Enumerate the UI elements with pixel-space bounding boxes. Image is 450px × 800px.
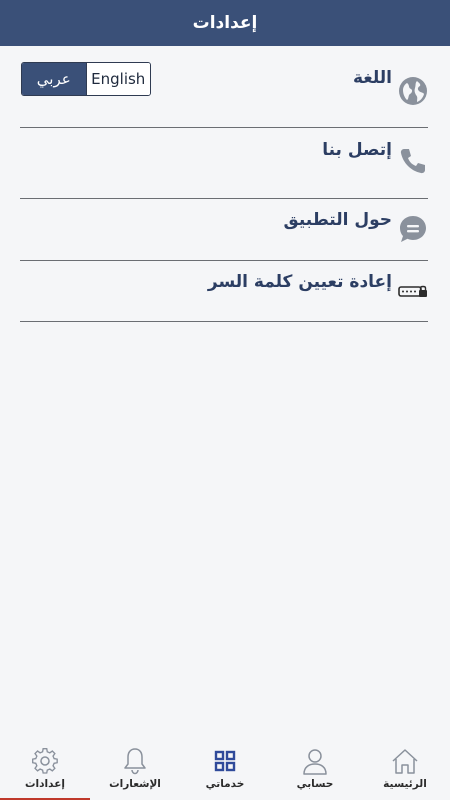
chat-bubble-icon <box>400 216 426 242</box>
bell-icon <box>124 748 146 775</box>
nav-item-services[interactable]: خدماتي <box>180 742 270 800</box>
nav-label-home: الرئيسية <box>383 778 427 790</box>
nav-label-notifications: الإشعارات <box>109 778 161 790</box>
language-toggle[interactable]: عربي English <box>21 62 151 96</box>
phone-icon <box>400 149 425 174</box>
about-label: حول التطبيق <box>283 210 393 230</box>
grid-icon <box>214 750 236 772</box>
bottom-navigation: إعدادات الإشعارات خدماتي حسابي الرئيسية <box>0 742 450 800</box>
language-option-english[interactable]: English <box>85 63 150 95</box>
nav-item-notifications[interactable]: الإشعارات <box>90 742 180 800</box>
user-icon <box>303 749 327 775</box>
nav-item-account[interactable]: حسابي <box>270 742 360 800</box>
globe-icon <box>399 77 427 105</box>
language-row: اللغة عربي English <box>20 46 428 128</box>
password-lock-icon <box>398 285 427 297</box>
nav-item-home[interactable]: الرئيسية <box>360 742 450 800</box>
nav-label-account: حسابي <box>296 778 334 790</box>
nav-label-services: خدماتي <box>205 778 245 790</box>
reset-password-row[interactable]: إعادة تعيين كلمة السر <box>20 261 428 322</box>
about-row[interactable]: حول التطبيق <box>20 199 428 261</box>
nav-item-settings[interactable]: إعدادات <box>0 742 90 800</box>
page-title: إعدادات <box>192 13 258 33</box>
language-label: اللغة <box>352 68 392 88</box>
nav-label-settings: إعدادات <box>25 778 65 790</box>
contact-row[interactable]: إتصل بنا <box>20 128 428 199</box>
app-header: إعدادات <box>0 0 450 46</box>
reset-password-label: إعادة تعيين كلمة السر <box>207 272 392 292</box>
language-option-arabic[interactable]: عربي <box>22 63 86 95</box>
contact-label: إتصل بنا <box>322 140 392 160</box>
gear-icon <box>32 748 58 774</box>
home-icon <box>392 749 418 774</box>
